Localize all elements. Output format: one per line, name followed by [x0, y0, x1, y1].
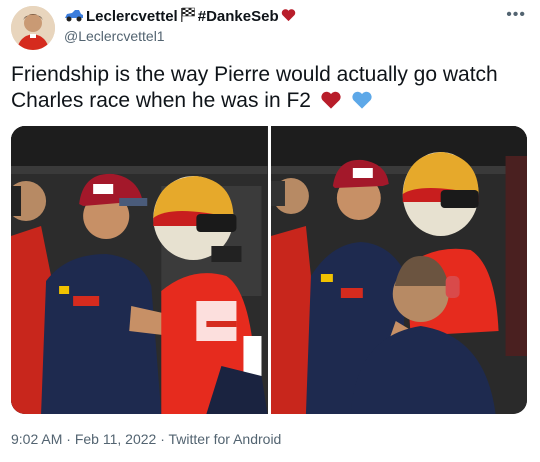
photo-pierre-charles-pitlane-2[interactable]: [270, 126, 527, 414]
photo-pierre-charles-pitlane-1[interactable]: [11, 126, 268, 414]
red-heart-emoji: [281, 8, 296, 26]
tweet-source[interactable]: Twitter for Android: [169, 431, 282, 447]
tweet-text: Friendship is the way Pierre would actua…: [11, 62, 521, 117]
red-heart-emoji: [320, 90, 342, 117]
hashtag[interactable]: #DankeSeb: [198, 8, 279, 25]
display-name-row[interactable]: Leclercvettel #DankeSeb: [64, 7, 296, 26]
checkered-flag-emoji: [180, 7, 196, 26]
tweet-date[interactable]: Feb 11, 2022: [75, 431, 156, 447]
tweet-time[interactable]: 9:02 AM: [11, 431, 62, 447]
more-dots-icon[interactable]: •••: [506, 6, 526, 24]
race-car-emoji: [64, 8, 84, 26]
tweet-media[interactable]: [11, 126, 527, 414]
separator: ·: [156, 431, 169, 447]
tweet-body: Friendship is the way Pierre would actua…: [11, 63, 498, 112]
separator: ·: [62, 431, 75, 447]
tweet-meta: 9:02 AM · Feb 11, 2022 · Twitter for And…: [11, 431, 281, 447]
blue-heart-emoji: [351, 90, 373, 117]
display-name: Leclercvettel: [86, 8, 178, 25]
user-handle[interactable]: @Leclercvettel1: [64, 28, 165, 44]
avatar[interactable]: [11, 6, 55, 50]
